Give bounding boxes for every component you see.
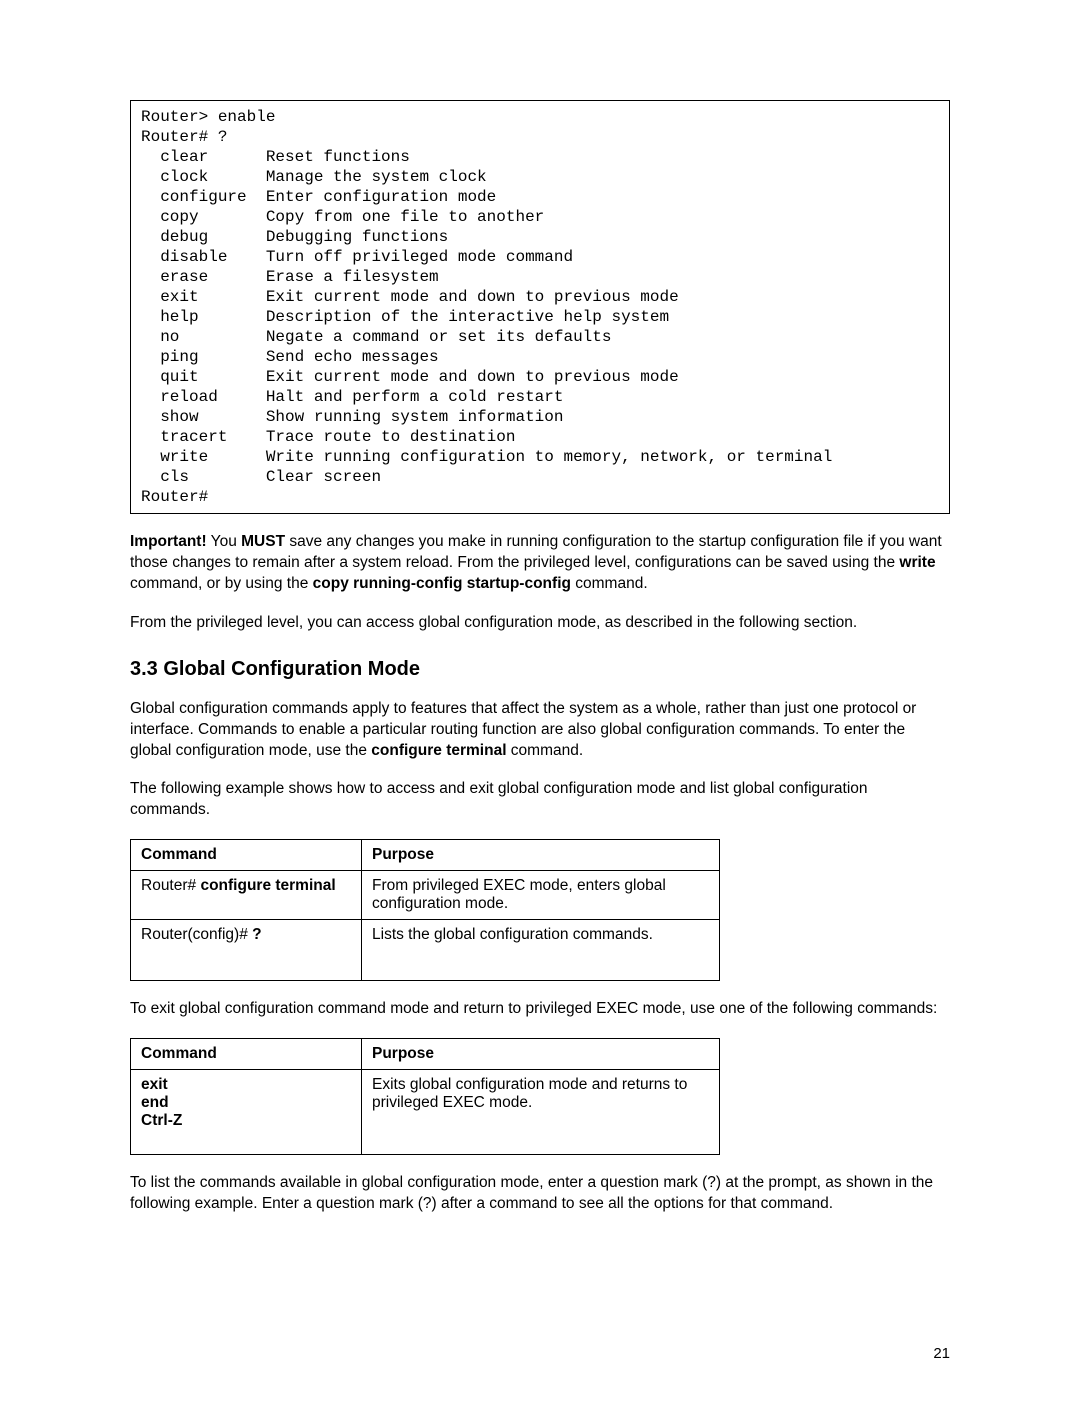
end-command: end [141,1094,169,1111]
text: command, or by using the [130,575,313,592]
header-command: Command [131,840,362,871]
important-label: Important! [130,533,207,550]
configure-terminal-command: configure terminal [371,742,506,759]
table-row: Router# configure terminal From privileg… [131,871,720,920]
header-purpose: Purpose [362,1039,720,1070]
section-heading: 3.3 Global Configuration Mode [130,658,950,681]
cli-output-block: Router> enable Router# ? clear Reset fun… [130,100,950,514]
prompt: Router# [141,877,200,894]
exit-mode-paragraph: To exit global configuration command mod… [130,999,950,1020]
cell-purpose: Exits global configuration mode and retu… [362,1070,720,1155]
command-table-1: Command Purpose Router# configure termin… [130,839,720,981]
cell-command: Router(config)# ? [131,920,362,981]
command-table-2: Command Purpose exit end Ctrl-Z Exits gl… [130,1038,720,1155]
command-text: configure terminal [200,877,335,894]
header-command: Command [131,1039,362,1070]
cell-purpose: From privileged EXEC mode, enters global… [362,871,720,920]
page-number: 21 [130,1345,950,1362]
privileged-level-paragraph: From the privileged level, you can acces… [130,613,950,634]
header-purpose: Purpose [362,840,720,871]
document-page: Router> enable Router# ? clear Reset fun… [0,0,1080,1422]
cell-purpose: Lists the global configuration commands. [362,920,720,981]
copy-command: copy running-config startup-config [313,575,571,592]
global-config-paragraph: Global configuration commands apply to f… [130,699,950,762]
cell-command: exit end Ctrl-Z [131,1070,362,1155]
table-row: Router(config)# ? Lists the global confi… [131,920,720,981]
text: You [207,533,242,550]
text: command. [507,742,584,759]
table-row: exit end Ctrl-Z Exits global configurati… [131,1070,720,1155]
exit-command: exit [141,1076,168,1093]
prompt: Router(config)# [141,926,252,943]
write-command: write [899,554,935,571]
must-label: MUST [241,533,285,550]
list-commands-paragraph: To list the commands available in global… [130,1173,950,1215]
table-header-row: Command Purpose [131,1039,720,1070]
important-paragraph: Important! You MUST save any changes you… [130,532,950,595]
command-text: ? [252,926,261,943]
text: command. [571,575,648,592]
cell-command: Router# configure terminal [131,871,362,920]
example-intro-paragraph: The following example shows how to acces… [130,779,950,821]
ctrl-z-command: Ctrl-Z [141,1112,182,1129]
table-header-row: Command Purpose [131,840,720,871]
